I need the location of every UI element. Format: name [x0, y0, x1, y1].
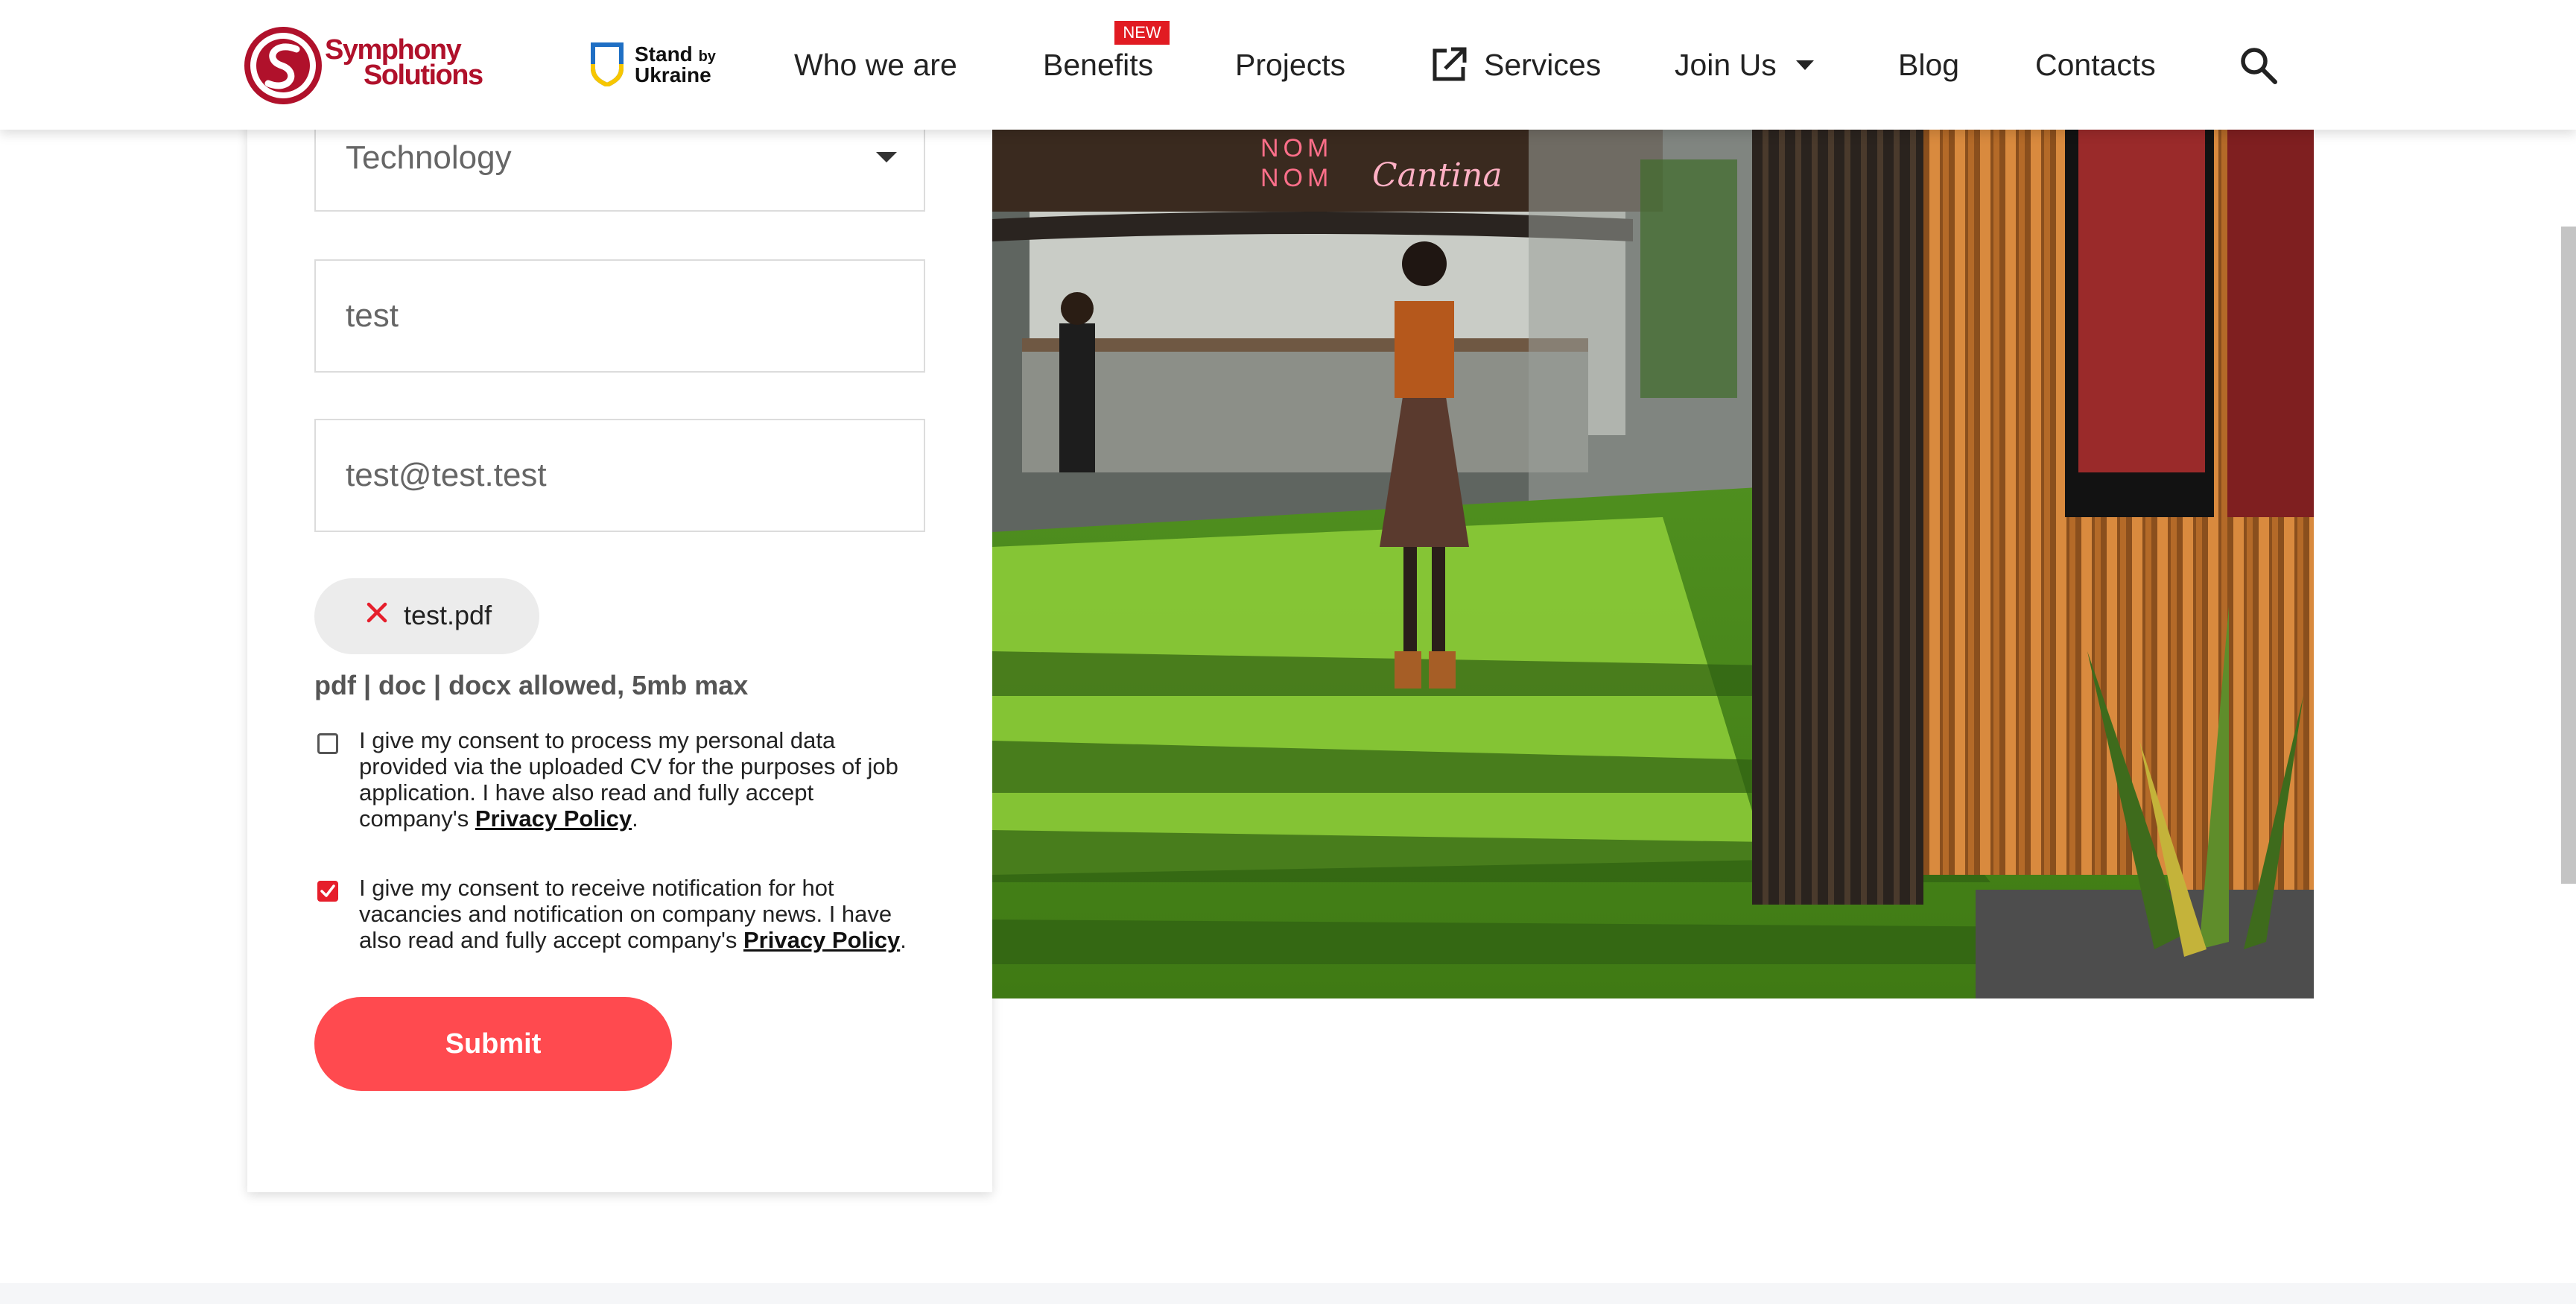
- site-header: Symphony Solutions Stand by Ukraine Who …: [0, 0, 2576, 130]
- ukraine-text: Ukraine: [635, 63, 711, 86]
- page-scrollbar[interactable]: [2561, 227, 2576, 884]
- search-icon[interactable]: [2238, 45, 2280, 86]
- footer-strip: [0, 1283, 2576, 1304]
- email-input[interactable]: test@test.test: [314, 419, 925, 532]
- neon-sign-nom-2: NOM: [1260, 164, 1333, 192]
- ukraine-shield-icon: [591, 42, 624, 86]
- consent-cv-text: I give my consent to process my personal…: [359, 727, 925, 832]
- logo-word-solutions: Solutions: [364, 60, 483, 91]
- consent-cv-end: .: [632, 805, 638, 832]
- chevron-down-icon[interactable]: [1794, 58, 1816, 73]
- logo-mark-icon: [244, 27, 322, 104]
- submit-button[interactable]: Submit: [314, 997, 672, 1091]
- dropdown-arrow-icon: [876, 152, 897, 162]
- consent-news-checkbox[interactable]: [317, 881, 338, 902]
- symphony-solutions-logo[interactable]: Symphony Solutions: [244, 25, 483, 104]
- neon-sign-nom-1: NOM: [1260, 134, 1333, 162]
- nav-projects[interactable]: Projects: [1235, 46, 1345, 83]
- nav-blog[interactable]: Blog: [1898, 46, 1959, 83]
- office-photo-illustration: NOM NOM Cantina: [992, 130, 2314, 998]
- nav-who-we-are[interactable]: Who we are: [794, 46, 957, 83]
- nav-services[interactable]: Services: [1429, 46, 1601, 83]
- category-select-value: Technology: [346, 139, 512, 176]
- privacy-policy-link[interactable]: Privacy Policy: [743, 927, 900, 953]
- ukraine-stand-text: Stand: [635, 42, 693, 66]
- stand-by-ukraine-badge[interactable]: Stand by Ukraine: [590, 40, 739, 89]
- name-input[interactable]: test: [314, 259, 925, 373]
- nav-contacts[interactable]: Contacts: [2035, 46, 2156, 83]
- attached-file-name: test.pdf: [404, 600, 492, 630]
- consent-cv-checkbox[interactable]: [317, 733, 338, 754]
- nav-benefits[interactable]: Benefits: [1043, 46, 1153, 83]
- application-form-card: Technology test test@test.test test.pdf …: [247, 75, 992, 1192]
- nav-services-label: Services: [1484, 48, 1602, 82]
- consent-news-text: I give my consent to receive notificatio…: [359, 875, 925, 953]
- office-photo: NOM NOM Cantina: [992, 130, 2314, 998]
- neon-sign-cantina: Cantina: [1372, 156, 1503, 194]
- privacy-policy-link[interactable]: Privacy Policy: [475, 805, 632, 832]
- remove-file-icon[interactable]: [362, 598, 392, 627]
- new-badge: NEW: [1114, 21, 1170, 45]
- file-format-hint: pdf | doc | docx allowed, 5mb max: [314, 670, 749, 700]
- checkmark-icon: [320, 884, 335, 897]
- consent-news-end: .: [900, 927, 907, 953]
- nav-join-us[interactable]: Join Us: [1675, 46, 1777, 83]
- ukraine-by-text: by: [698, 48, 716, 65]
- attached-file-chip: test.pdf: [314, 578, 539, 654]
